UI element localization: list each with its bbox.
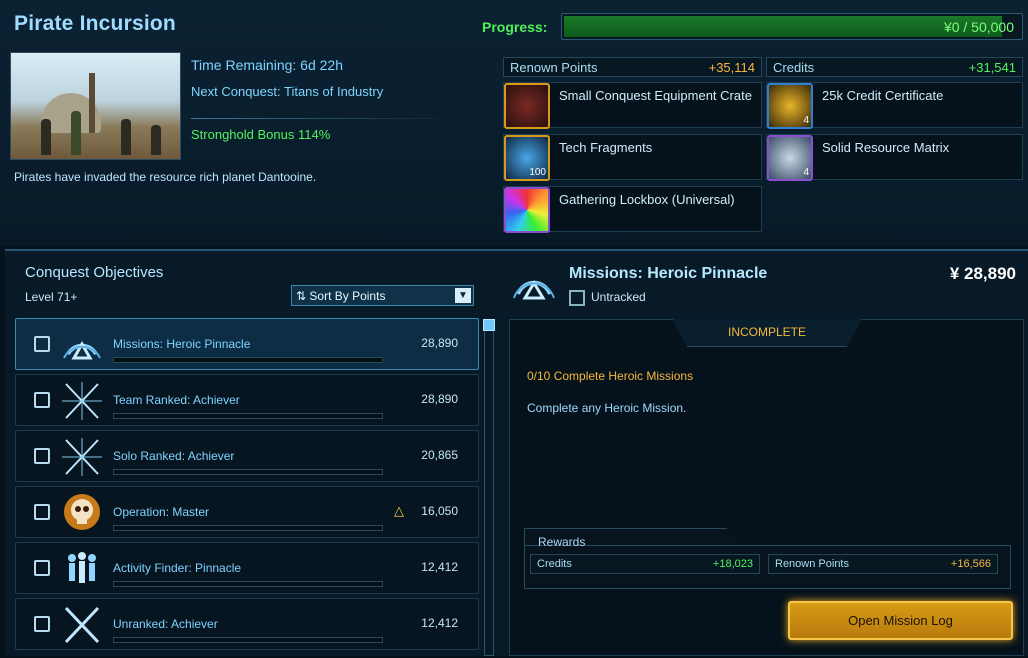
reward-renown-value: +16,566 (950, 558, 991, 570)
objective-progress-bar (113, 581, 383, 587)
next-conquest: Next Conquest: Titans of Industry (191, 84, 384, 99)
objective-name: Team Ranked: Achiever (113, 393, 240, 407)
objective-points: 12,412 (421, 616, 458, 630)
sort-icon: ⇅ (296, 289, 307, 303)
objectives-title: Conquest Objectives (25, 264, 164, 281)
group-icon (68, 552, 96, 583)
sort-label: Sort By Points (309, 289, 386, 303)
credits-value: +31,541 (968, 60, 1016, 75)
objective-name: Missions: Heroic Pinnacle (113, 337, 251, 351)
track-checkbox[interactable] (34, 336, 50, 352)
objective-progress-bar (113, 413, 383, 419)
track-checkbox[interactable] (34, 392, 50, 408)
reward-item[interactable]: 4 25k Credit Certificate (766, 82, 1023, 129)
objective-row[interactable]: Solo Ranked: Achiever 20,865 (15, 430, 479, 482)
time-remaining: Time Remaining: 6d 22h (191, 57, 344, 73)
tech-fragments-icon: 100 (504, 135, 550, 181)
objective-points: 16,050 (421, 504, 458, 518)
objective-row[interactable]: Activity Finder: Pinnacle 12,412 (15, 542, 479, 594)
sort-dropdown[interactable]: ⇅ Sort By Points ▼ (291, 285, 474, 306)
credits-label: Credits (773, 60, 815, 75)
progress-text: ¥0 / 50,000 (943, 19, 1014, 35)
objectives-scrollbar[interactable] (483, 319, 495, 656)
skull-icon (64, 494, 100, 530)
objective-row[interactable]: Unranked: Achiever 12,412 (15, 598, 479, 650)
divider (191, 118, 461, 119)
objective-points: 20,865 (421, 448, 458, 462)
figure-shape (151, 125, 161, 155)
objectives-level: Level 71+ (25, 290, 78, 304)
credits-box: Credits +31,541 (766, 57, 1023, 77)
reward-item[interactable]: Small Conquest Equipment Crate (503, 82, 762, 129)
figure-shape (121, 119, 131, 155)
renown-points-box: Renown Points +35,114 (503, 57, 762, 77)
objective-points: 28,890 (421, 392, 458, 406)
progress-label: Progress: (482, 19, 548, 35)
reward-item[interactable]: 4 Solid Resource Matrix (766, 134, 1023, 181)
objective-name: Unranked: Achiever (113, 617, 218, 631)
reward-credits-value: +18,023 (712, 558, 753, 570)
stronghold-bonus: Stronghold Bonus 114% (191, 127, 331, 142)
crossed-blades-icon (62, 382, 102, 420)
rewards-title: Rewards (538, 535, 586, 549)
objective-row[interactable]: Team Ranked: Achiever 28,890 (15, 374, 479, 426)
figure-shape (71, 111, 81, 155)
heroic-pinnacle-icon (513, 280, 555, 300)
reward-name: Small Conquest Equipment Crate (559, 88, 752, 103)
reward-item[interactable]: 100 Tech Fragments (503, 134, 762, 181)
conquest-description: Pirates have invaded the resource rich p… (14, 170, 317, 184)
objectives-list: Missions: Heroic Pinnacle 28,890 Team Ra… (15, 318, 479, 658)
reward-renown-label: Renown Points (775, 558, 849, 570)
objective-row[interactable]: Operation: Master △ 16,050 (15, 486, 479, 538)
untracked-label: Untracked (591, 290, 646, 304)
reward-name: Tech Fragments (559, 140, 653, 155)
objective-progress-bar (113, 637, 383, 643)
objective-progress-bar (113, 469, 383, 475)
scrollbar-thumb[interactable] (483, 319, 495, 331)
crate-icon (504, 83, 550, 129)
objective-task: 0/10 Complete Heroic Missions (527, 369, 694, 383)
crossed-swords-icon (64, 606, 100, 644)
reward-name: Gathering Lockbox (Universal) (559, 192, 735, 207)
credit-certificate-icon: 4 (767, 83, 813, 129)
figure-shape (41, 119, 51, 155)
heroic-pinnacle-icon (63, 340, 101, 360)
reward-credits: Credits +18,023 (530, 554, 760, 574)
crossed-blades-icon (62, 438, 102, 476)
resource-matrix-icon: 4 (767, 135, 813, 181)
objective-progress-bar (113, 525, 383, 531)
reward-renown: Renown Points +16,566 (768, 554, 998, 574)
track-checkbox[interactable] (34, 448, 50, 464)
progress-fill (564, 16, 1002, 37)
lockbox-icon (504, 187, 550, 233)
progress-bar: ¥0 / 50,000 (561, 13, 1023, 40)
reward-name: Solid Resource Matrix (822, 140, 950, 155)
objective-progress-bar (113, 357, 383, 363)
renown-label: Renown Points (510, 60, 598, 75)
detail-points: ¥ 28,890 (949, 264, 1016, 283)
objective-points: 12,412 (421, 560, 458, 574)
track-checkbox[interactable] (34, 616, 50, 632)
tower-shape (89, 73, 95, 133)
renown-value: +35,114 (708, 60, 755, 75)
status-text: INCOMPLETE (727, 325, 806, 339)
warning-icon: △ (394, 503, 404, 518)
reward-name: 25k Credit Certificate (822, 88, 944, 103)
detail-title: Missions: Heroic Pinnacle (569, 265, 768, 282)
open-mission-log-button[interactable]: Open Mission Log (788, 601, 1013, 640)
conquest-image (10, 52, 181, 160)
untracked-checkbox[interactable] (569, 290, 585, 306)
objective-points: 28,890 (421, 336, 458, 350)
objective-name: Operation: Master (113, 505, 210, 519)
objective-row[interactable]: Missions: Heroic Pinnacle 28,890 (15, 318, 479, 370)
reward-credits-label: Credits (537, 558, 572, 570)
objective-description: Complete any Heroic Mission. (527, 401, 687, 415)
objective-name: Solo Ranked: Achiever (113, 449, 235, 463)
chevron-down-icon[interactable]: ▼ (455, 288, 471, 303)
track-checkbox[interactable] (34, 560, 50, 576)
track-checkbox[interactable] (34, 504, 50, 520)
reward-item[interactable]: Gathering Lockbox (Universal) (503, 186, 762, 233)
conquest-title: Pirate Incursion (14, 12, 176, 35)
objective-name: Activity Finder: Pinnacle (113, 561, 242, 575)
